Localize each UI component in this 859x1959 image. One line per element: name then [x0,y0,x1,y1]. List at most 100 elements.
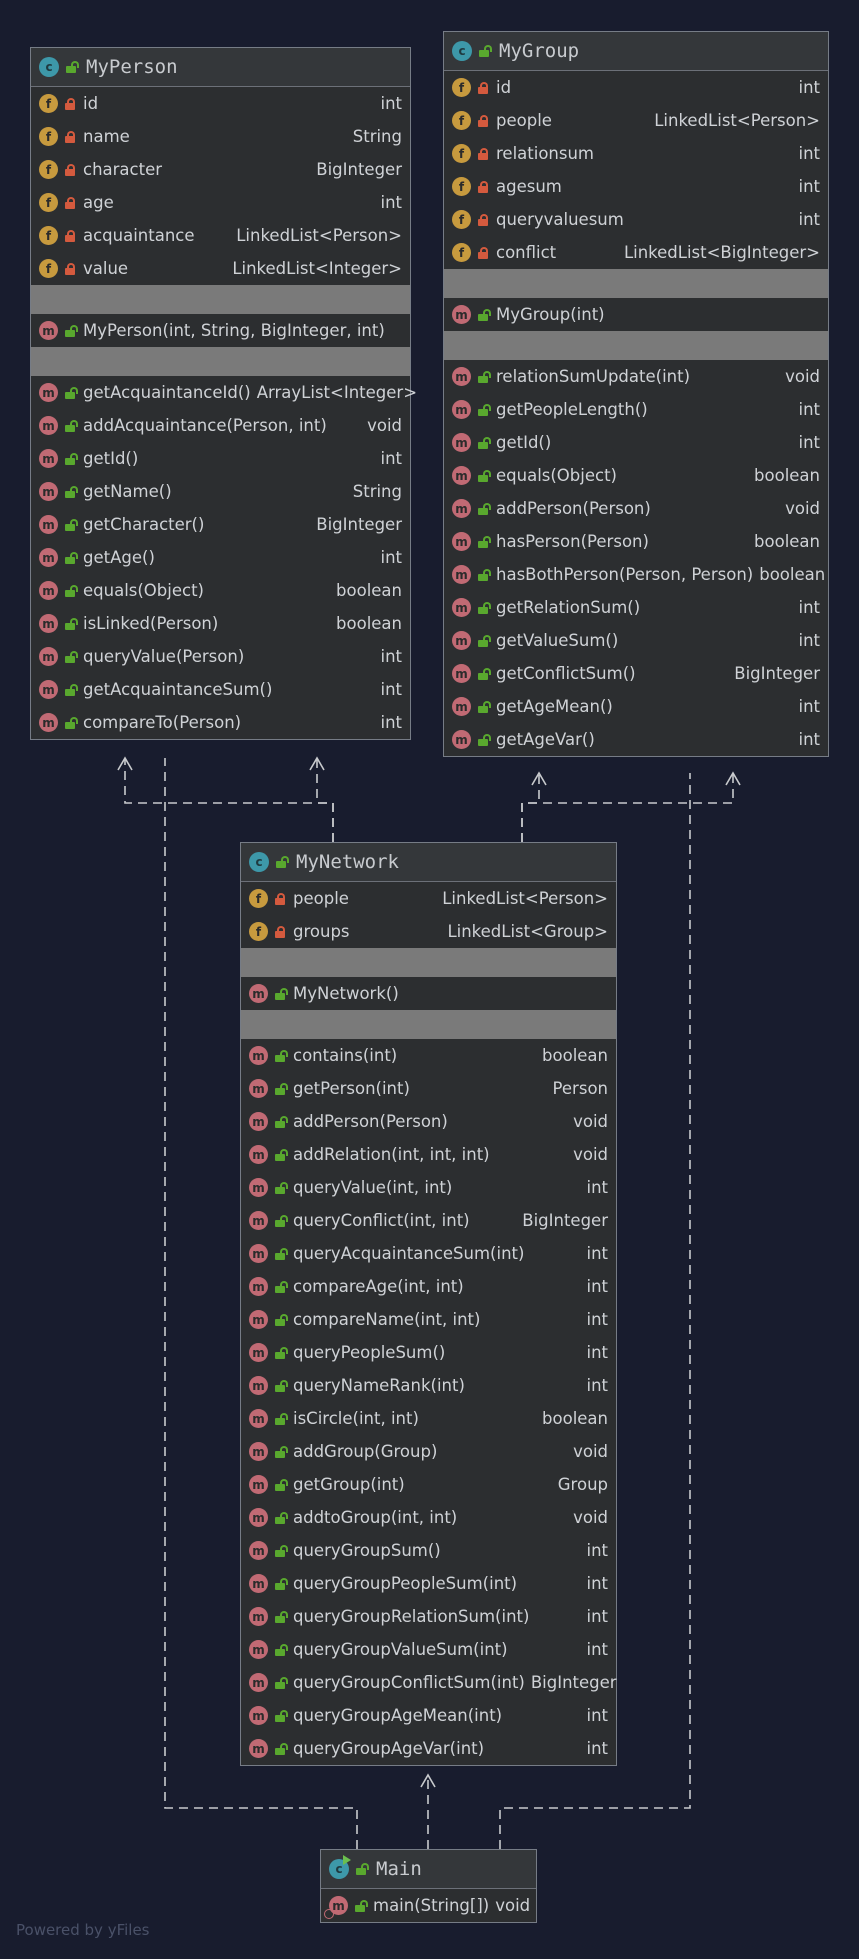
method-name: queryPeopleSum() [293,1343,446,1362]
public-lock-icon [478,403,491,416]
method-icon: m [249,1079,268,1098]
field-name: value [83,259,129,278]
method-icon: m [39,449,58,468]
method-type: void [573,1112,608,1131]
section-divider [241,1010,616,1039]
method-type: void [495,1896,531,1915]
method-icon: m [39,548,58,567]
method-row: m queryGroupAgeMean(int) int [241,1699,616,1732]
method-type: int [798,433,820,452]
class-icon: c [452,41,472,61]
method-name: queryValue(Person) [83,647,245,666]
method-icon: m [249,1673,268,1692]
section-divider [444,269,828,298]
method-icon: m [249,1574,268,1593]
public-lock-icon [478,634,491,647]
method-icon: m [249,1607,268,1626]
method-name: queryGroupConflictSum(int) [293,1673,525,1692]
public-lock-icon [275,1148,288,1161]
field-row: f age int [31,186,410,219]
field-name: age [83,193,114,212]
method-row: m isCircle(int, int) boolean [241,1402,616,1435]
method-icon: m [249,1277,268,1296]
public-lock-icon [478,469,491,482]
method-icon: m [249,1376,268,1395]
method-icon: m [249,1706,268,1725]
method-name: addPerson(Person) [496,499,651,518]
method-type: int [798,697,820,716]
method-name: queryGroupAgeMean(int) [293,1706,503,1725]
method-row: m queryPeopleSum() int [241,1336,616,1369]
class-title: MyPerson [86,56,178,78]
method-icon: m [249,1112,268,1131]
method-name: main(String[]) [373,1896,490,1915]
public-lock-icon [478,568,491,581]
class-icon: c [39,57,59,77]
method-type: BigInteger [734,664,820,683]
class-header: c MyGroup [444,32,828,71]
class-header: c Main [321,1850,536,1889]
public-lock-icon [275,1181,288,1194]
public-lock-icon [478,733,491,746]
public-lock-icon [276,856,289,868]
method-type: void [785,367,820,386]
field-row: f id int [444,71,828,104]
method-name: getValueSum() [496,631,619,650]
method-name: hasBothPerson(Person, Person) [496,565,754,584]
public-lock-icon [65,716,78,729]
method-row: m getConflictSum() BigInteger [444,657,828,690]
method-row: m getAge() int [31,541,410,574]
field-type: int [798,210,820,229]
method-name: queryNameRank(int) [293,1376,465,1395]
field-type: int [380,94,402,113]
method-row: m getValueSum() int [444,624,828,657]
public-lock-icon [275,1478,288,1491]
public-lock-icon [478,667,491,680]
method-type: boolean [336,614,402,633]
method-icon: m [452,532,471,551]
class-mynetwork[interactable]: c MyNetwork f people LinkedList<Person> f g… [240,842,617,1766]
field-name: id [83,94,99,113]
public-lock-icon [275,1610,288,1623]
method-icon: m [39,321,58,340]
method-name: isCircle(int, int) [293,1409,419,1428]
field-name: people [293,889,349,908]
field-row: f value LinkedList<Integer> [31,252,410,285]
method-type: void [573,1508,608,1527]
public-lock-icon [275,1214,288,1227]
public-lock-icon [65,419,78,432]
method-icon: m [39,713,58,732]
class-myperson[interactable]: c MyPerson f id int f name String f character… [30,47,417,740]
method-type: int [586,1607,608,1626]
method-type: BigInteger [522,1211,608,1230]
method-name: queryAcquaintanceSum(int) [293,1244,525,1263]
field-icon: f [39,226,58,245]
class-main[interactable]: c Main m main(String[]) void [320,1849,537,1923]
method-icon: m [39,614,58,633]
public-lock-icon [275,1313,288,1326]
method-name: compareTo(Person) [83,713,242,732]
method-type: int [380,647,402,666]
method-type: int [586,1310,608,1329]
section-divider [444,331,828,360]
method-type: boolean [542,1409,608,1428]
field-icon: f [452,210,471,229]
method-row: m queryValue(Person) int [31,640,410,673]
private-lock-icon [65,196,75,209]
field-type: int [380,193,402,212]
class-mygroup[interactable]: c MyGroup f id int f people LinkedList<Perso… [443,31,829,757]
field-icon: f [39,259,58,278]
field-type: int [798,144,820,163]
field-name: acquaintance [83,226,195,245]
method-name: queryGroupRelationSum(int) [293,1607,530,1626]
private-lock-icon [478,81,488,94]
field-icon: f [249,889,268,908]
method-name: relationSumUpdate(int) [496,367,691,386]
method-name: addGroup(Group) [293,1442,438,1461]
method-type: boolean [754,532,820,551]
field-icon: f [39,160,58,179]
public-lock-icon [275,1049,288,1062]
method-row: m isLinked(Person) boolean [31,607,410,640]
section-divider [31,285,410,314]
method-row: m queryNameRank(int) int [241,1369,616,1402]
